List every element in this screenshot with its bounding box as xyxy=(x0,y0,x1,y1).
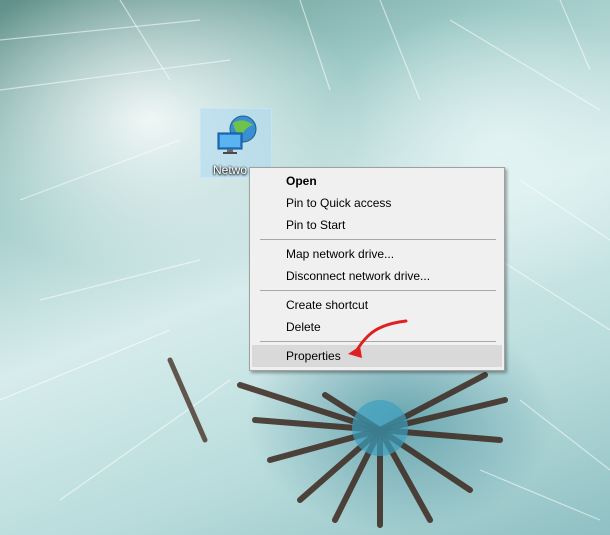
menu-item-disconnect-network-drive[interactable]: Disconnect network drive... xyxy=(252,265,502,287)
menu-item-map-network-drive[interactable]: Map network drive... xyxy=(252,243,502,265)
menu-separator xyxy=(260,290,496,291)
menu-item-pin-quick-access[interactable]: Pin to Quick access xyxy=(252,192,502,214)
desktop-wallpaper: Netwo Open Pin to Quick access Pin to St… xyxy=(0,0,610,535)
menu-item-pin-to-start[interactable]: Pin to Start xyxy=(252,214,502,236)
menu-item-open[interactable]: Open xyxy=(252,170,502,192)
network-computer-icon xyxy=(215,113,259,162)
menu-item-create-shortcut[interactable]: Create shortcut xyxy=(252,294,502,316)
red-arrow-icon xyxy=(348,319,408,358)
menu-separator xyxy=(260,239,496,240)
